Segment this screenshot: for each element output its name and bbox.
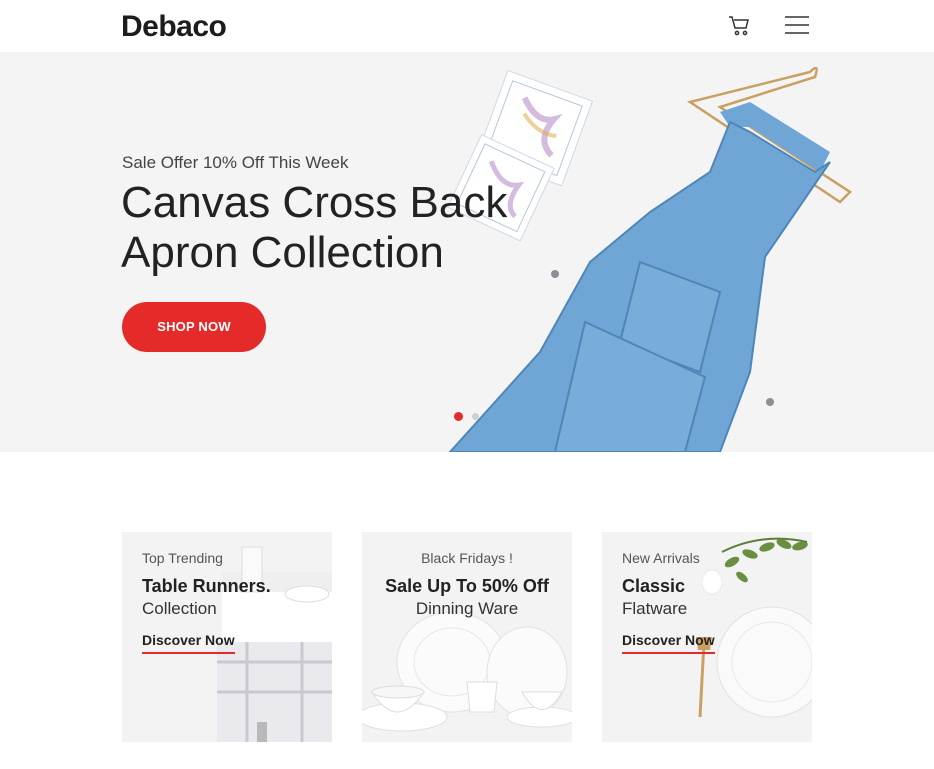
site-logo[interactable]: Debaco (121, 10, 227, 44)
site-header: Debaco (0, 0, 934, 52)
card-title: Sale Up To 50% Off (385, 576, 549, 596)
shop-now-button[interactable]: SHOP NOW (122, 302, 266, 352)
promo-card-dinnerware[interactable]: Black Fridays ! Sale Up To 50% Off Dinni… (362, 532, 572, 742)
cart-icon[interactable] (728, 14, 752, 38)
slider-dot-2[interactable] (472, 413, 479, 420)
card-label: New Arrivals (622, 550, 700, 566)
hero-title-line2: Apron Collection (121, 228, 444, 277)
card-title: Classic (622, 576, 686, 596)
card-subtitle: Dinning Ware (415, 599, 519, 618)
slider-dot-1[interactable] (454, 412, 463, 421)
hamburger-menu-icon[interactable] (784, 14, 810, 36)
discover-now-link[interactable]: Discover Now (622, 632, 715, 654)
promo-card-flatware[interactable]: New Arrivals Classic Flatware Discover N… (602, 532, 812, 742)
card-label: Black Fridays ! (421, 550, 513, 566)
card-label: Top Trending (142, 550, 223, 566)
hero-title-line1: Canvas Cross Back (121, 178, 508, 227)
card-subtitle: Collection (142, 599, 217, 618)
card-title: Table Runners. (142, 576, 271, 596)
discover-now-link[interactable]: Discover Now (142, 632, 235, 654)
hero-title: Canvas Cross Back Apron Collection (121, 178, 591, 278)
hero-subtitle: Sale Offer 10% Off This Week (122, 153, 349, 172)
promo-card-table-runners[interactable]: Top Trending Table Runners. Collection D… (122, 532, 332, 742)
hero-slider: Sale Offer 10% Off This Week Canvas Cros… (0, 52, 934, 452)
card-subtitle: Flatware (622, 599, 688, 618)
